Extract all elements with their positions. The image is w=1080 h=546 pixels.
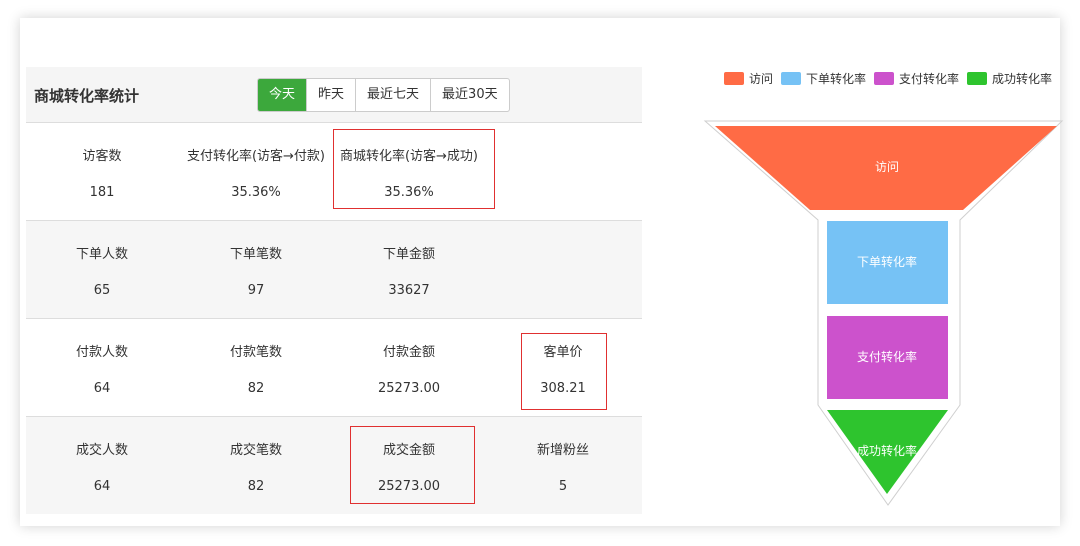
stat-value: 25273.00 — [377, 479, 441, 494]
stat-label: 下单金额 — [382, 247, 435, 262]
stat-new-fans: 新增粉丝 5 — [484, 417, 642, 514]
stat-value: 5 — [558, 479, 568, 494]
stat-label: 付款金额 — [382, 345, 435, 360]
tab-last-30-days[interactable]: 最近30天 — [430, 79, 509, 111]
stat-avg-price: 客单价 308.21 — [484, 319, 642, 416]
stat-visitors: 访客数 181 — [26, 123, 178, 220]
stat-value: 35.36% — [231, 185, 281, 200]
stat-value: 33627 — [388, 283, 430, 298]
legend-swatch — [967, 72, 988, 85]
stat-pay-users: 付款人数 64 — [26, 319, 178, 416]
legend-label: 支付转化率 — [899, 72, 960, 86]
legend-item-order-rate[interactable]: 下单转化率 — [781, 70, 866, 87]
stat-value: 82 — [247, 381, 265, 396]
funnel-label-order-rate: 下单转化率 — [857, 254, 917, 269]
stat-mall-rate: 商城转化率(访客→成功) 35.36% — [334, 123, 484, 220]
stats-row-orders: 下单人数 65 下单笔数 97 下单金额 33627 — [26, 221, 642, 319]
stat-label: 访客数 — [82, 149, 122, 164]
stat-label: 下单人数 — [75, 247, 128, 262]
funnel-label-visit: 访问 — [875, 160, 899, 174]
legend-swatch — [781, 72, 802, 85]
stat-order-count: 下单笔数 97 — [178, 221, 334, 318]
stat-deal-amount: 成交金额 25273.00 — [334, 417, 484, 514]
stat-label: 新增粉丝 — [536, 443, 589, 458]
stat-label: 支付转化率(访客→付款) — [186, 149, 326, 164]
panel-title: 商城转化率统计 — [34, 87, 140, 105]
legend-item-pay-rate[interactable]: 支付转化率 — [874, 70, 959, 87]
stat-value: 82 — [247, 479, 265, 494]
stat-value: 25273.00 — [377, 381, 441, 396]
funnel-label-success-rate: 成功转化率 — [857, 443, 917, 458]
stat-label: 付款人数 — [75, 345, 128, 360]
funnel-chart: 访问 下单转化率 支付转化率 成功转化率 — [703, 120, 1064, 506]
panel-header: 商城转化率统计 今天 昨天 最近七天 最近30天 — [26, 67, 642, 123]
legend-swatch — [874, 72, 895, 85]
stat-pay-rate: 支付转化率(访客→付款) 35.36% — [178, 123, 334, 220]
stat-value: 97 — [247, 283, 265, 298]
stat-label: 付款笔数 — [229, 345, 282, 360]
stats-panel: 商城转化率统计 今天 昨天 最近七天 最近30天 访客数 181 支付转化率(访… — [26, 67, 642, 514]
legend-label: 成功转化率 — [992, 72, 1053, 86]
stat-value: 308.21 — [540, 381, 586, 396]
chart-legend: 访问 下单转化率 支付转化率 成功转化率 — [724, 70, 1060, 87]
date-range-tabs: 今天 昨天 最近七天 最近30天 — [257, 78, 510, 112]
stat-deal-users: 成交人数 64 — [26, 417, 178, 514]
legend-label: 访问 — [749, 72, 774, 86]
tab-last-7-days[interactable]: 最近七天 — [355, 79, 430, 111]
legend-item-success-rate[interactable]: 成功转化率 — [967, 70, 1052, 87]
stat-value: 65 — [93, 283, 111, 298]
legend-item-visit[interactable]: 访问 — [724, 70, 773, 87]
stat-order-users: 下单人数 65 — [26, 221, 178, 318]
funnel-label-pay-rate: 支付转化率 — [857, 349, 917, 364]
stat-order-amount: 下单金额 33627 — [334, 221, 484, 318]
stat-deal-count: 成交笔数 82 — [178, 417, 334, 514]
stat-label: 成交金额 — [382, 443, 435, 458]
stat-label: 客单价 — [543, 345, 583, 360]
tab-today[interactable]: 今天 — [258, 79, 307, 111]
stat-pay-amount: 付款金额 25273.00 — [334, 319, 484, 416]
stats-row-deals: 成交人数 64 成交笔数 82 成交金额 25273.00 新增粉丝 5 — [26, 417, 642, 514]
stat-value: 181 — [89, 185, 115, 200]
stat-value: 64 — [93, 381, 111, 396]
stat-value: 35.36% — [384, 185, 434, 200]
stat-label: 商城转化率(访客→成功) — [339, 149, 479, 164]
stat-value: 64 — [93, 479, 111, 494]
tab-yesterday[interactable]: 昨天 — [306, 79, 355, 111]
legend-swatch — [724, 72, 744, 85]
stat-label: 下单笔数 — [229, 247, 282, 262]
stat-pay-count: 付款笔数 82 — [178, 319, 334, 416]
legend-label: 下单转化率 — [806, 72, 867, 86]
stat-label: 成交人数 — [75, 443, 128, 458]
stats-row-payments: 付款人数 64 付款笔数 82 付款金额 25273.00 客单价 308.21 — [26, 319, 642, 417]
stats-row-visitors: 访客数 181 支付转化率(访客→付款) 35.36% 商城转化率(访客→成功)… — [26, 123, 642, 221]
stat-label: 成交笔数 — [229, 443, 282, 458]
